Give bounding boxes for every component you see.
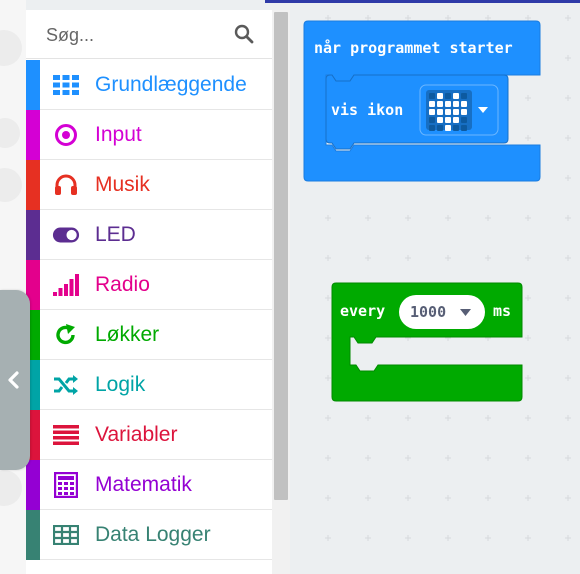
toolbox: Søg... Grundlæggende Input Musik LED Rad… <box>26 10 290 574</box>
led-off <box>429 125 435 131</box>
led-on <box>437 109 443 115</box>
category-led[interactable]: LED <box>26 210 272 260</box>
chevron-left-icon <box>8 371 19 389</box>
search-input[interactable]: Søg... <box>46 25 94 46</box>
led-on <box>453 109 459 115</box>
led-on <box>445 125 451 131</box>
category-logik[interactable]: Logik <box>26 360 272 410</box>
led-off <box>437 125 443 131</box>
led-on <box>437 101 443 107</box>
category-label: Logik <box>95 373 146 396</box>
category-data-logger[interactable]: Data Logger <box>26 510 272 560</box>
led-on <box>461 109 467 115</box>
search-box[interactable]: Søg... <box>26 10 272 59</box>
category-label: Matematik <box>95 473 192 496</box>
every-loop-block[interactable]: every 1000 ms <box>331 282 523 402</box>
show-icon-label: vis ikon <box>331 101 403 119</box>
headphones-icon <box>52 172 80 198</box>
led-off <box>461 93 467 99</box>
led-on <box>453 117 459 123</box>
category-grundlaeggende[interactable]: Grundlæggende <box>26 60 272 110</box>
category-label: Radio <box>95 273 150 296</box>
simulator-strip <box>0 0 26 574</box>
category-radio[interactable]: Radio <box>26 260 272 310</box>
icon-picker-dropdown[interactable] <box>419 84 499 136</box>
led-off <box>461 125 467 131</box>
category-label: Grundlæggende <box>95 73 247 96</box>
every-label: every <box>340 302 385 320</box>
shuffle-icon <box>52 372 80 398</box>
simulator-decoration <box>0 118 20 148</box>
led-off <box>453 125 459 131</box>
calculator-icon <box>52 472 80 498</box>
category-color-bar <box>26 60 40 110</box>
led-off <box>429 93 435 99</box>
interval-value: 1000 <box>410 303 446 321</box>
toggle-icon <box>52 222 80 248</box>
on-start-label: når programmet starter <box>314 39 513 57</box>
interval-dropdown[interactable]: 1000 <box>399 295 485 329</box>
category-matematik[interactable]: Matematik <box>26 460 272 510</box>
category-color-bar <box>26 160 40 210</box>
category-color-bar <box>26 210 40 260</box>
list-lines-icon <box>52 422 80 448</box>
loop-arrow-icon <box>52 322 80 348</box>
simulator-decoration <box>0 30 22 66</box>
show-icon-block[interactable]: vis ikon <box>325 74 509 150</box>
led-off <box>461 117 467 123</box>
category-color-bar <box>26 110 40 160</box>
category-label: Løkker <box>95 323 160 346</box>
category-label: Variabler <box>95 423 178 446</box>
category-color-bar <box>26 510 40 560</box>
led-on <box>461 101 467 107</box>
led-off <box>429 117 435 123</box>
collapse-simulator-button[interactable] <box>0 290 30 470</box>
category-label: LED <box>95 223 136 246</box>
interval-unit: ms <box>493 302 511 320</box>
category-variabler[interactable]: Variabler <box>26 410 272 460</box>
led-on <box>437 93 443 99</box>
simulator-decoration <box>0 470 22 506</box>
category-label: Input <box>95 123 142 146</box>
led-on <box>453 93 459 99</box>
category-label: Musik <box>95 173 150 196</box>
input-target-icon <box>52 122 80 148</box>
led-on <box>445 109 451 115</box>
blocks-workspace[interactable]: når programmet starter vis ikon every 10… <box>290 3 580 574</box>
led-on <box>429 109 435 115</box>
led-on <box>453 101 459 107</box>
category-musik[interactable]: Musik <box>26 160 272 210</box>
category-label: Data Logger <box>95 523 211 546</box>
grid-icon <box>52 72 80 98</box>
category-input[interactable]: Input <box>26 110 272 160</box>
led-on <box>445 117 451 123</box>
category-color-bar <box>26 460 40 510</box>
signal-bars-icon <box>52 272 80 298</box>
heart-led-icon <box>429 93 467 131</box>
table-icon <box>52 522 80 548</box>
simulator-decoration <box>0 168 22 202</box>
led-off <box>445 93 451 99</box>
search-icon[interactable] <box>234 24 254 49</box>
led-on <box>429 101 435 107</box>
led-on <box>445 101 451 107</box>
led-on <box>437 117 443 123</box>
toolbox-scrollbar-thumb[interactable] <box>274 12 288 500</box>
category-loekker[interactable]: Løkker <box>26 310 272 360</box>
